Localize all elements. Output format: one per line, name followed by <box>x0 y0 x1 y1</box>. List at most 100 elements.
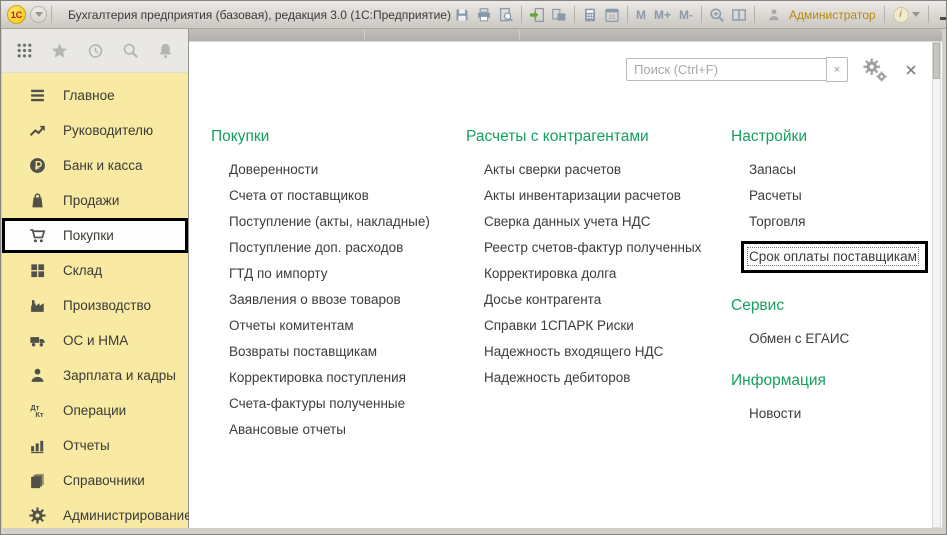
dtkt-icon: ДтКт <box>27 404 47 418</box>
column-nastroyki: Настройки Запасы Расчеты Торговля Срок о… <box>731 128 928 449</box>
app-window: 1С Бухгалтерия предприятия (базовая), ре… <box>0 0 947 535</box>
trend-icon <box>27 122 47 139</box>
menu-link[interactable]: Корректировка долга <box>484 267 731 281</box>
sidebar-item-prodazhi[interactable]: Продажи <box>2 183 188 218</box>
sidebar-item-rukovoditelyu[interactable]: Руководителю <box>2 113 188 148</box>
sidebar-item-spravochniki[interactable]: Справочники <box>2 463 188 498</box>
menu-link[interactable]: Заявления о ввозе товаров <box>229 293 466 307</box>
settings-gears-icon[interactable] <box>863 58 887 82</box>
menu-link[interactable]: Справки 1СПАРК Риски <box>484 319 731 333</box>
split-window-icon[interactable] <box>729 5 749 25</box>
menu-link[interactable]: Отчеты комитентам <box>229 319 466 333</box>
minimize-button[interactable] <box>933 5 947 25</box>
menu-link[interactable]: Надежность входящего НДС <box>484 345 731 359</box>
barchart-icon <box>27 437 47 454</box>
sidebar-item-label: Руководителю <box>63 123 153 138</box>
sidebar-item-administrirovanie[interactable]: Администрирование <box>2 498 188 533</box>
title-bar: 1С Бухгалтерия предприятия (базовая), ре… <box>1 1 946 29</box>
sidebar-item-bank-i-kassa[interactable]: Банк и касса <box>2 148 188 183</box>
calendar-icon[interactable]: 31 <box>602 5 622 25</box>
sidebar-item-label: Банк и касса <box>63 158 143 173</box>
system-menu-button[interactable] <box>30 6 47 23</box>
search-icon[interactable] <box>122 42 139 59</box>
menu-link[interactable]: Авансовые отчеты <box>229 423 466 437</box>
menu-link[interactable]: Запасы <box>749 163 928 177</box>
divider <box>364 30 365 40</box>
search-clear-button[interactable]: × <box>826 57 848 82</box>
menu-link[interactable]: Акты инвентаризации расчетов <box>484 189 731 203</box>
menu-link[interactable]: Корректировка поступления <box>229 371 466 385</box>
menu-link[interactable]: Поступление (акты, накладные) <box>229 215 466 229</box>
sidebar-item-proizvodstvo[interactable]: Производство <box>2 288 188 323</box>
minimize-icon <box>940 17 947 20</box>
menu-link[interactable]: Торговля <box>749 215 928 229</box>
sidebar-item-label: ОС и НМА <box>63 333 128 348</box>
paste-document-icon[interactable] <box>527 5 547 25</box>
menu-link[interactable]: Обмен с ЕГАИС <box>749 332 928 346</box>
current-user[interactable]: Администратор <box>763 5 876 25</box>
history-icon[interactable] <box>87 42 104 59</box>
calculator-icon[interactable] <box>580 5 600 25</box>
chevron-down-icon <box>35 12 43 17</box>
menu-icon <box>27 87 47 104</box>
section-header: Сервис <box>731 297 928 315</box>
divider <box>884 6 885 23</box>
divider <box>754 6 755 23</box>
scrollbar-thumb[interactable] <box>933 43 940 79</box>
search-input[interactable] <box>626 58 826 81</box>
memory-subtract-button[interactable]: M- <box>675 8 697 22</box>
sidebar-item-otchety[interactable]: Отчеты <box>2 428 188 463</box>
user-icon <box>764 5 784 25</box>
info-menu-button[interactable]: i <box>893 7 920 23</box>
truck-icon <box>27 332 47 349</box>
sidebar-item-glavnoe[interactable]: Главное <box>2 78 188 113</box>
panel-close-icon[interactable] <box>904 63 918 77</box>
bag-icon <box>27 192 47 209</box>
menu-link[interactable]: Сверка данных учета НДС <box>484 215 731 229</box>
save-icon[interactable] <box>452 5 472 25</box>
menu-link[interactable]: Акты сверки расчетов <box>484 163 731 177</box>
memory-recall-button[interactable]: M <box>632 8 650 22</box>
divider <box>627 6 628 23</box>
column-pokupki: Покупки Доверенности Счета от поставщико… <box>211 128 466 449</box>
apps-grid-icon[interactable] <box>16 42 33 59</box>
sidebar-item-pokupki[interactable]: Покупки <box>2 218 188 253</box>
favorites-star-icon[interactable] <box>51 42 68 59</box>
menu-link[interactable]: Счета-фактуры полученные <box>229 397 466 411</box>
menu-link[interactable]: Расчеты <box>749 189 928 203</box>
menu-link[interactable]: ГТД по импорту <box>229 267 466 281</box>
sidebar-item-label: Операции <box>63 403 126 418</box>
print-document-icon[interactable] <box>549 5 569 25</box>
sidebar-item-operacii[interactable]: ДтКт Операции <box>2 393 188 428</box>
memory-add-button[interactable]: M+ <box>650 8 675 22</box>
selected-link-label: Срок оплаты поставщикам <box>749 249 917 264</box>
print-preview-icon[interactable] <box>496 5 516 25</box>
section-header: Расчеты с контрагентами <box>466 128 731 146</box>
menu-link[interactable]: Счета от поставщиков <box>229 189 466 203</box>
menu-link[interactable]: Доверенности <box>229 163 466 177</box>
column-raschety: Расчеты с контрагентами Акты сверки расч… <box>466 128 731 449</box>
divider <box>51 6 52 23</box>
vertical-scrollbar[interactable] <box>932 42 941 528</box>
sidebar-item-label: Справочники <box>63 473 145 488</box>
sidebar-item-label: Производство <box>63 298 151 313</box>
section-header: Настройки <box>731 128 928 146</box>
sidebar-item-zarplata-i-kadry[interactable]: Зарплата и кадры <box>2 358 188 393</box>
zoom-icon[interactable] <box>707 5 727 25</box>
menu-link[interactable]: Реестр счетов-фактур полученных <box>484 241 731 255</box>
books-icon <box>27 472 47 489</box>
menu-link[interactable]: Новости <box>749 407 928 421</box>
menu-link[interactable]: Поступление доп. расходов <box>229 241 466 255</box>
menu-link[interactable]: Надежность дебиторов <box>484 371 731 385</box>
section-header: Покупки <box>211 128 466 146</box>
person-icon <box>27 367 47 384</box>
notifications-bell-icon[interactable] <box>157 42 174 59</box>
menu-link[interactable]: Досье контрагента <box>484 293 731 307</box>
menu-columns: Покупки Доверенности Счета от поставщико… <box>211 128 942 449</box>
sidebar-item-os-i-nma[interactable]: ОС и НМА <box>2 323 188 358</box>
menu-link[interactable]: Возвраты поставщикам <box>229 345 466 359</box>
print-icon[interactable] <box>474 5 494 25</box>
cart-icon <box>27 227 47 244</box>
sidebar-item-sklad[interactable]: Склад <box>2 253 188 288</box>
menu-link-selected[interactable]: Срок оплаты поставщикам <box>741 241 928 273</box>
